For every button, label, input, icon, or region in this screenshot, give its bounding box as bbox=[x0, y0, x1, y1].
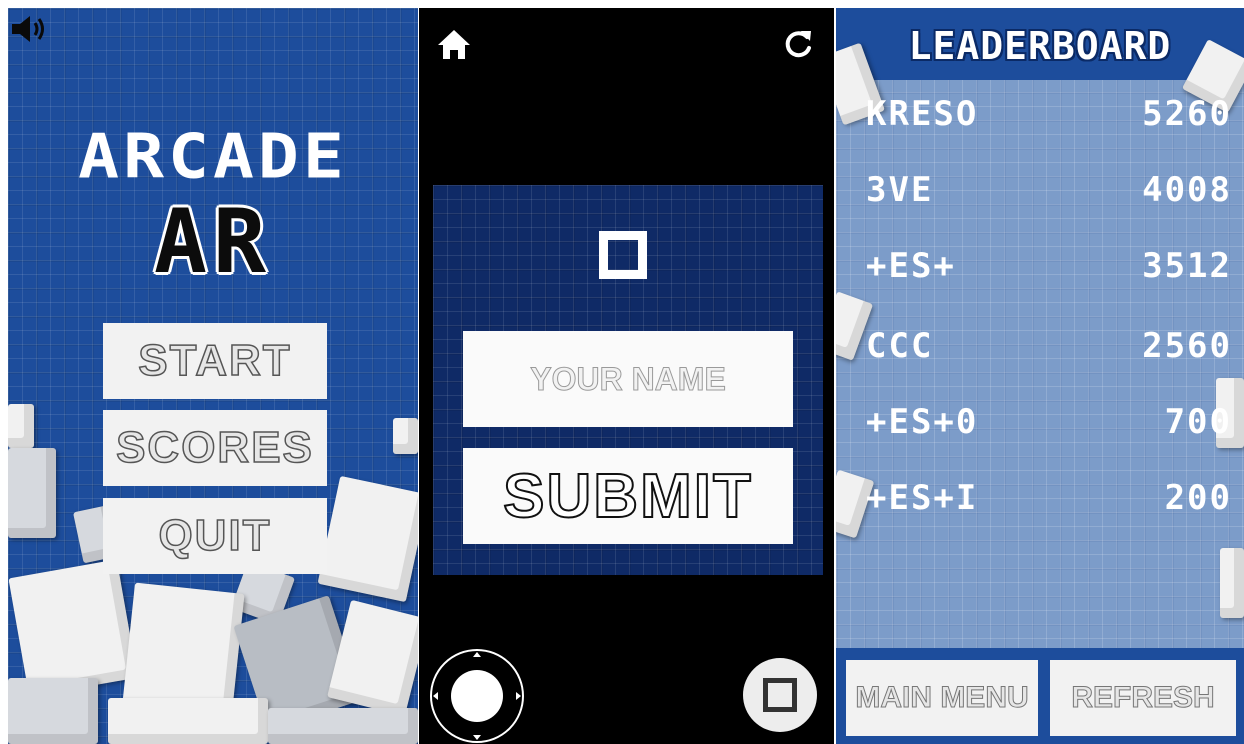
leaderboard-row: KRESO 5260 bbox=[866, 94, 1232, 138]
cube-decoration bbox=[1220, 548, 1244, 618]
home-icon[interactable] bbox=[437, 28, 471, 60]
leaderboard-row: +ES+0 700 bbox=[866, 402, 1232, 446]
player-name: KRESO bbox=[866, 94, 979, 134]
cube-decoration bbox=[393, 418, 418, 454]
cube-decoration bbox=[108, 698, 268, 744]
player-name: +ES+0 bbox=[866, 402, 979, 442]
start-button[interactable]: START bbox=[103, 323, 327, 399]
player-name: +ES+I bbox=[866, 478, 979, 518]
square-action-button[interactable] bbox=[743, 658, 817, 732]
scores-button[interactable]: SCORES bbox=[103, 410, 327, 486]
joystick-icon[interactable] bbox=[429, 648, 525, 744]
game-title-line2: AR bbox=[154, 190, 272, 293]
cube-decoration bbox=[327, 599, 418, 717]
player-score: 4008 bbox=[1142, 170, 1232, 210]
game-title-line1: ARCADE bbox=[78, 121, 348, 194]
leaderboard-row: CCC 2560 bbox=[866, 326, 1232, 370]
player-name: +ES+ bbox=[866, 246, 956, 286]
player-score: 5260 bbox=[1142, 94, 1232, 134]
refresh-icon[interactable] bbox=[783, 28, 813, 60]
leaderboard-row: +ES+I 200 bbox=[866, 478, 1232, 522]
square-indicator-icon bbox=[599, 231, 647, 279]
player-score: 700 bbox=[1164, 402, 1232, 442]
cube-decoration bbox=[8, 404, 34, 448]
main-menu-screen: ARCADE AR START SCORES QUIT bbox=[8, 8, 418, 744]
main-menu-button[interactable]: MAIN MENU bbox=[846, 660, 1038, 736]
player-name: 3VE bbox=[866, 170, 934, 210]
player-name: CCC bbox=[866, 326, 934, 366]
cube-decoration bbox=[268, 708, 418, 744]
cube-decoration bbox=[8, 559, 138, 697]
leaderboard-screen: LEADERBOARD KRESO 5260 3VE 4008 +ES+ 351… bbox=[836, 8, 1244, 744]
leaderboard-title: LEADERBOARD bbox=[908, 24, 1172, 68]
submit-score-screen: SUBMIT bbox=[419, 8, 834, 744]
player-score: 200 bbox=[1164, 478, 1232, 518]
cube-decoration bbox=[8, 448, 56, 538]
name-entry-card: SUBMIT bbox=[433, 185, 823, 575]
player-name-input[interactable] bbox=[463, 331, 793, 427]
player-score: 2560 bbox=[1142, 326, 1232, 366]
cube-decoration bbox=[317, 475, 418, 603]
submit-button[interactable]: SUBMIT bbox=[463, 448, 793, 544]
leaderboard-row: +ES+ 3512 bbox=[866, 246, 1232, 290]
player-score: 3512 bbox=[1142, 246, 1232, 286]
cube-decoration bbox=[8, 678, 98, 744]
quit-button[interactable]: QUIT bbox=[103, 498, 327, 574]
square-action-icon bbox=[763, 678, 797, 712]
refresh-button[interactable]: REFRESH bbox=[1050, 660, 1236, 736]
speaker-icon[interactable] bbox=[10, 14, 50, 44]
leaderboard-row: 3VE 4008 bbox=[866, 170, 1232, 214]
